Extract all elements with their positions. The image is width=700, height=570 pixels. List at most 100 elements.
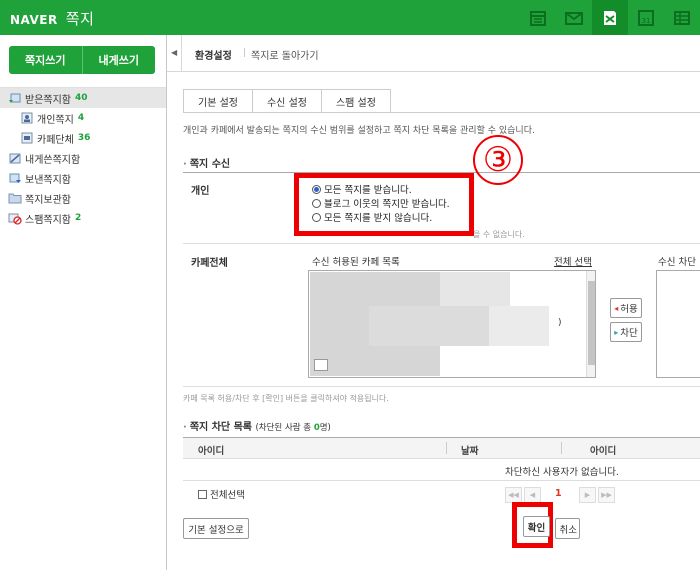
cafe-label: 카페전체 <box>191 258 228 269</box>
back-to-notes-link[interactable]: 쪽지로 돌아가기 <box>251 47 319 62</box>
unread-count: 40 <box>75 93 88 103</box>
select-all-cafes-link[interactable]: 전체 선택 <box>554 254 592 268</box>
column-header-id: 아이디 <box>198 446 225 457</box>
last-page-icon[interactable]: ▶▶ <box>598 487 615 503</box>
sidebar: 쪽지쓰기 내게쓰기 받은쪽지함 40 개인쪽지 4 카페단체 36 내게쓴쪽지함… <box>0 35 167 570</box>
row-divider <box>183 386 700 387</box>
column-divider <box>561 442 562 454</box>
sidebar-item-label: 스팸쪽지함 <box>25 214 71 226</box>
menu-table-icon[interactable] <box>664 0 700 35</box>
row-divider <box>183 243 700 244</box>
first-page-icon[interactable]: ◀◀ <box>505 487 522 503</box>
allowed-cafe-list[interactable] <box>308 270 596 378</box>
app-logo[interactable]: NAVER 쪽지 <box>10 8 94 29</box>
blocked-count-prefix: (차단된 사람 총 <box>255 423 314 433</box>
sidebar-item-personal[interactable]: 개인쪽지 4 <box>0 108 166 128</box>
note-icon[interactable] <box>592 0 628 35</box>
sent-icon <box>8 172 22 185</box>
pagination-prev: ◀◀ ◀ <box>505 487 543 503</box>
block-button[interactable]: ▸ 차단 <box>610 322 642 342</box>
spam-icon <box>8 212 22 225</box>
app-title: 쪽지 <box>65 10 95 28</box>
write-to-self-button[interactable]: 내게쓰기 <box>83 46 156 74</box>
checkbox[interactable] <box>198 489 207 499</box>
sidebar-item-cafe-group[interactable]: 카페단체 36 <box>0 128 166 148</box>
collapse-sidebar-icon[interactable]: ◀ <box>171 48 177 57</box>
sidebar-item-inbox[interactable]: 받은쪽지함 40 <box>0 88 166 108</box>
receive-section-title: · 쪽지 수신 <box>183 155 230 170</box>
tab-receive-settings[interactable]: 수신 설정 <box>251 89 322 113</box>
button-label: 차단 <box>620 328 638 339</box>
reset-defaults-button[interactable]: 기본 설정으로 <box>183 518 249 539</box>
write-note-button[interactable]: 쪽지쓰기 <box>9 46 82 74</box>
sidebar-item-label: 쪽지보관함 <box>25 194 71 206</box>
right-arrow-icon: ▸ <box>614 327 619 337</box>
scroll-thumb[interactable] <box>588 281 595 365</box>
page-title: 환경설정 <box>195 51 232 62</box>
annotation-number: ③ <box>473 135 523 185</box>
sidebar-item-label: 카페단체 <box>37 134 74 146</box>
bullet: · <box>183 159 187 170</box>
tab-basic-settings[interactable]: 기본 설정 <box>183 89 253 113</box>
button-label: 허용 <box>620 304 638 315</box>
breadcrumb-separator: | <box>243 48 247 58</box>
breadcrumb: ◀ 환경설정 | 쪽지로 돌아가기 <box>167 35 700 72</box>
folder-list: 받은쪽지함 40 개인쪽지 4 카페단체 36 내게쓴쪽지함 보낸쪽지함 쪽지보… <box>0 87 166 228</box>
allow-button[interactable]: ◂ 허용 <box>610 298 642 318</box>
block-list-title: · 쪽지 차단 목록 (차단된 사람 총 0명) <box>183 418 331 433</box>
page-description: 개인과 카페에서 발송되는 쪽지의 수신 범위를 설정하고 쪽지 차단 목록을 … <box>183 126 535 136</box>
cancel-button[interactable]: 취소 <box>555 518 580 539</box>
column-divider <box>446 442 447 454</box>
current-page[interactable]: 1 <box>555 488 562 499</box>
blurred-content <box>369 306 489 346</box>
sidebar-item-label: 보낸쪽지함 <box>25 174 71 186</box>
write-button-group: 쪽지쓰기 내게쓰기 <box>9 46 155 74</box>
next-page-icon[interactable]: ▶ <box>579 487 596 503</box>
sidebar-item-label: 받은쪽지함 <box>25 94 71 106</box>
calendar-31-icon[interactable]: 31 <box>628 0 664 35</box>
folder-icon <box>8 192 22 205</box>
self-note-icon <box>8 152 22 165</box>
confirm-button[interactable]: 확인 <box>523 516 550 537</box>
sidebar-item-label: 개인쪽지 <box>37 114 74 126</box>
option-hint: 을 수 없습니다. <box>473 230 525 239</box>
tab-spam-settings[interactable]: 스팸 설정 <box>320 89 391 113</box>
pagination-next: ▶ ▶▶ <box>579 487 617 503</box>
cafe-apply-note: 카페 목록 허용/차단 후 [확인] 버튼을 클릭하셔야 적용됩니다. <box>183 394 389 403</box>
block-table-header <box>183 437 700 459</box>
prev-page-icon[interactable]: ◀ <box>524 487 541 503</box>
blocked-cafe-list-title: 수신 차단 <box>658 257 696 268</box>
list-scrollbar[interactable] <box>586 271 595 377</box>
personal-label: 개인 <box>191 186 210 197</box>
table-bottom-line <box>183 480 700 481</box>
svg-text:31: 31 <box>642 17 651 25</box>
checkbox-label: 전체선택 <box>210 490 245 501</box>
blocked-count-suffix: 명) <box>319 423 331 433</box>
sidebar-item-archive[interactable]: 쪽지보관함 <box>0 188 166 208</box>
select-all-checkbox[interactable]: 전체선택 <box>198 487 245 501</box>
list-text-fragment: ) <box>558 318 562 328</box>
sidebar-item-label: 내게쓴쪽지함 <box>25 154 81 166</box>
section-title-text: 쪽지 수신 <box>189 159 231 170</box>
allowed-cafe-list-title: 수신 허용된 카페 목록 <box>312 257 400 268</box>
unread-count: 36 <box>77 133 91 143</box>
cafe-icon <box>20 132 34 145</box>
blurred-content <box>489 306 549 346</box>
sidebar-item-sent[interactable]: 보낸쪽지함 <box>0 168 166 188</box>
unread-count: 2 <box>75 213 82 223</box>
left-arrow-icon: ◂ <box>614 303 619 313</box>
top-bar: NAVER 쪽지 31 <box>0 0 700 35</box>
blocked-cafe-list[interactable] <box>656 270 700 378</box>
sidebar-item-spam[interactable]: 스팸쪽지함 2 <box>0 208 166 228</box>
brand-name: NAVER <box>10 13 58 27</box>
divider <box>181 35 182 72</box>
settings-tabs: 기본 설정 수신 설정 스팸 설정 <box>183 89 391 113</box>
unread-count: 4 <box>77 113 85 123</box>
inbox-icon <box>8 92 22 105</box>
top-icon-bar: 31 <box>520 0 700 35</box>
section-title-text: 쪽지 차단 목록 <box>189 422 252 433</box>
bullet: · <box>183 422 187 433</box>
mail-icon[interactable] <box>556 0 592 35</box>
calendar-list-icon[interactable] <box>520 0 556 35</box>
sidebar-item-self-notes[interactable]: 내게쓴쪽지함 <box>0 148 166 168</box>
